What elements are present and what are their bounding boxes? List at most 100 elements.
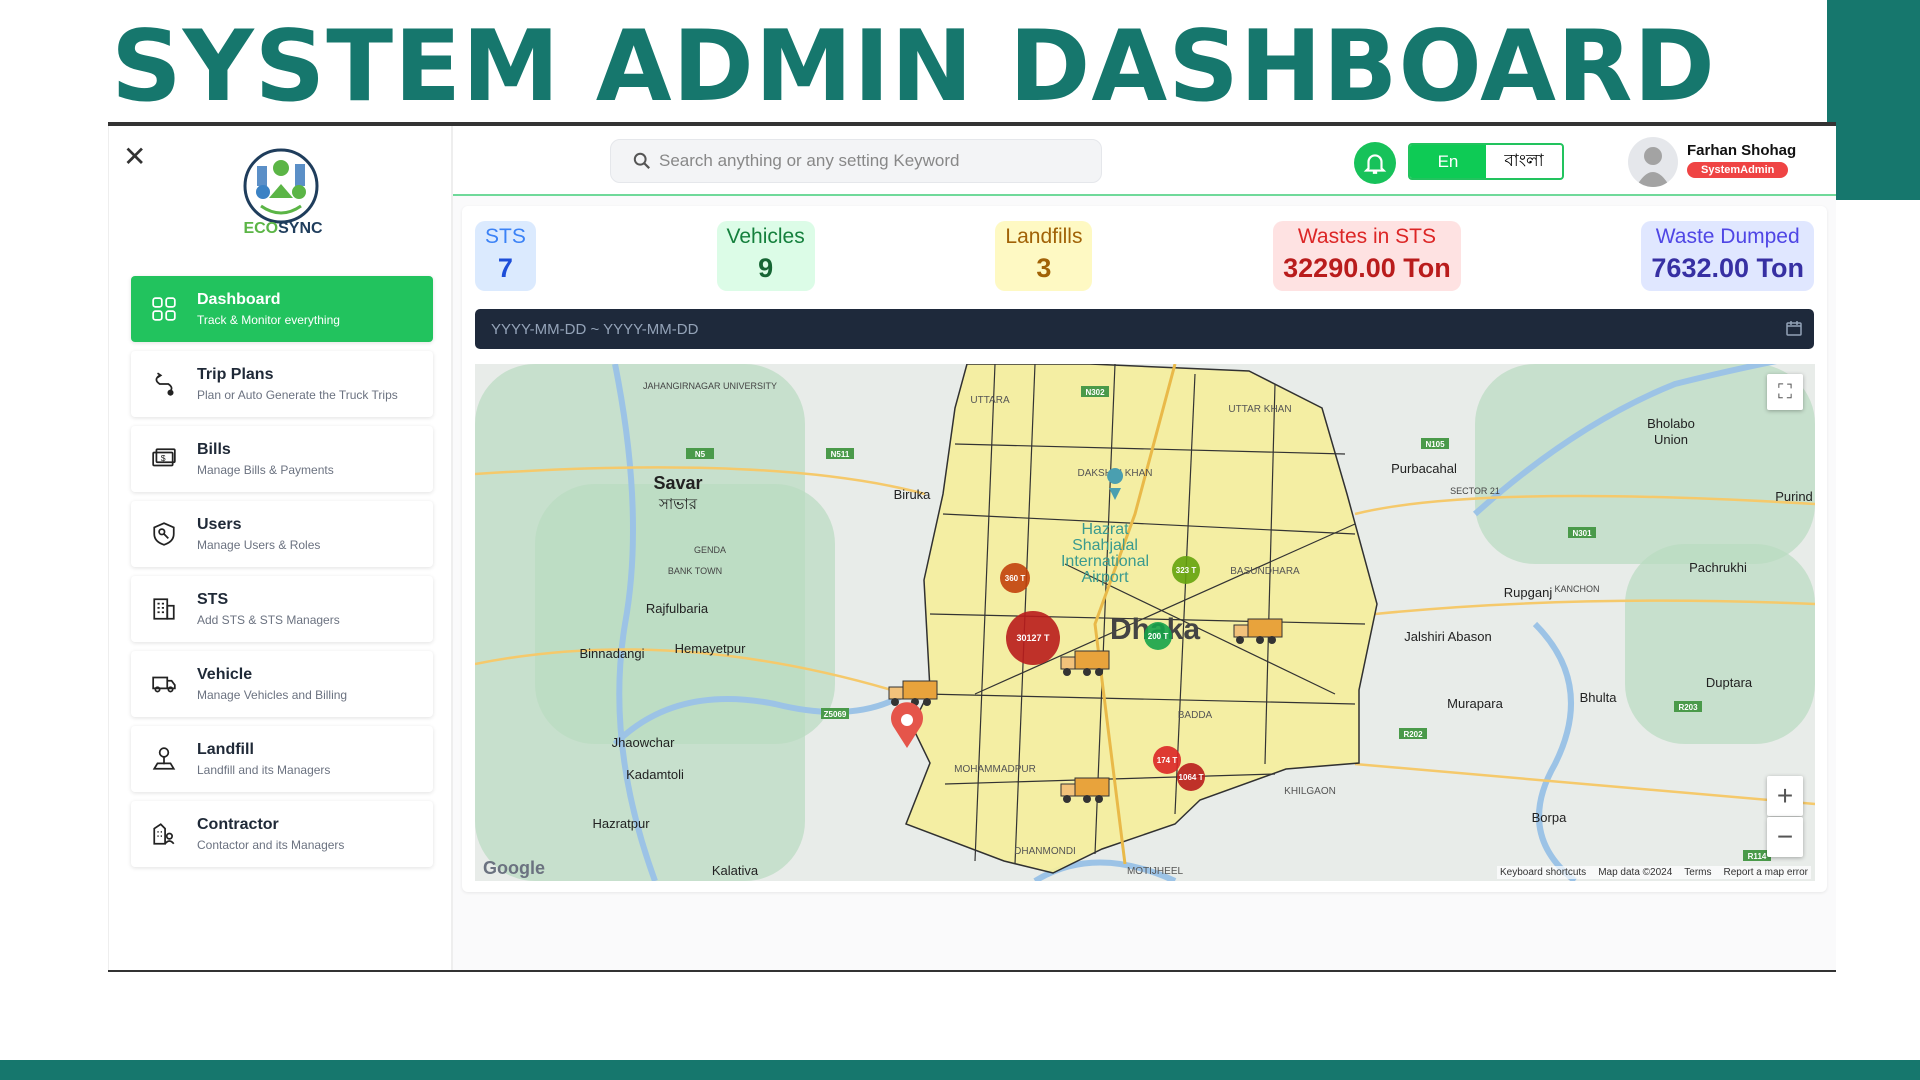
map-place-label: Jalshiri Abason: [1404, 629, 1491, 644]
dashboard-content: STS 7 Vehicles 9 Landfills 3 Wastes in STS 3229…: [462, 206, 1827, 892]
sidebar-item-description: Manage Users & Roles: [197, 538, 321, 552]
waste-marker-label: 360 T: [1005, 574, 1026, 583]
map-place-label: Airport: [1081, 569, 1129, 586]
stat-label: Vehicles: [726, 225, 805, 248]
road-label: R202: [1403, 730, 1423, 739]
map-place-label: Purbacahal: [1391, 461, 1457, 476]
stat-value: 32290.00 Ton: [1283, 253, 1451, 283]
map-place-label: UTTAR KHAN: [1228, 404, 1291, 415]
grid-icon: [152, 297, 176, 321]
lang-en-button[interactable]: En: [1410, 145, 1486, 178]
stat-card-landfills: Landfills 3: [995, 221, 1093, 291]
stat-card-sts: STS 7: [475, 221, 536, 291]
attribution-link[interactable]: Terms: [1684, 867, 1711, 878]
waste-marker-label: 30127 T: [1016, 633, 1050, 643]
notification-button[interactable]: [1354, 142, 1396, 184]
sidebar-item-trip-plans[interactable]: Trip Plans Plan or Auto Generate the Truc…: [131, 351, 433, 417]
route-icon: [155, 372, 174, 396]
map-place-label: Biruka: [894, 487, 932, 502]
sidebar-item-contractor[interactable]: Contractor Contactor and its Managers: [131, 801, 433, 867]
map-place-label: Pachrukhi: [1689, 560, 1747, 575]
map-place-label: Kadamtoli: [626, 767, 684, 782]
map-place-label: Binnadangi: [579, 646, 644, 661]
map-place-label: Borpa: [1532, 810, 1567, 825]
map-place-label: MOHAMMADPUR: [954, 764, 1036, 775]
logo-text: ECOSYNC: [243, 220, 323, 237]
map-place-label: Union: [1654, 432, 1688, 447]
road-label: Z5069: [824, 710, 847, 719]
stat-card-vehicles: Vehicles 9: [716, 221, 815, 291]
road-label: N302: [1085, 388, 1105, 397]
map-place-label: Bhulta: [1580, 690, 1618, 705]
close-icon[interactable]: ✕: [123, 140, 146, 173]
map-place-label: JAHANGIRNAGAR UNIVERSITY: [643, 381, 777, 391]
role-badge: SystemAdmin: [1687, 162, 1789, 178]
truck-icon: [152, 676, 176, 693]
sidebar-item-vehicle[interactable]: Vehicle Manage Vehicles and Billing: [131, 651, 433, 717]
fullscreen-icon: ⛶: [1778, 380, 1792, 403]
sidebar-item-description: Landfill and its Managers: [197, 763, 331, 777]
road-label: R203: [1678, 703, 1698, 712]
sidebar-item-landfill[interactable]: Landfill Landfill and its Managers: [131, 726, 433, 792]
map-place-label: BANK TOWN: [668, 566, 722, 576]
map-canvas[interactable]: Savar সাভার Biruka Purbacahal BholaboUnion Pu…: [475, 364, 1815, 881]
sidebar-item-sts[interactable]: STS Add STS & STS Managers: [131, 576, 433, 642]
sidebar-item-description: Track & Monitor everything: [197, 313, 340, 327]
sidebar-item-label: STS: [197, 591, 229, 608]
map-place-label: GENDA: [694, 545, 726, 555]
map-place-label: International: [1061, 553, 1149, 570]
map-place-label: BASUNDHARA: [1230, 566, 1300, 577]
stats-row: STS 7 Vehicles 9 Landfills 3 Wastes in STS 3229…: [475, 221, 1814, 291]
sidebar-item-description: Manage Bills & Payments: [197, 463, 334, 477]
waste-marker-label: 323 T: [1176, 566, 1197, 575]
map-place-label: KHILGAON: [1284, 786, 1336, 797]
sidebar-item-dashboard[interactable]: Dashboard Track & Monitor everything: [131, 276, 433, 342]
user-name: Farhan Shohag: [1687, 142, 1797, 159]
road-label: R114: [1748, 852, 1767, 861]
sidebar-item-description: Add STS & STS Managers: [197, 613, 340, 627]
road-label: N301: [1572, 529, 1592, 538]
sidebar-item-label: Users: [197, 516, 242, 533]
map-place-label: Purind: [1775, 489, 1813, 504]
search-placeholder: Search anything or any setting Keyword: [659, 151, 960, 170]
stat-label: Landfills: [1005, 225, 1083, 248]
decorative-bar: [0, 1060, 1920, 1080]
map-place-label: Jhaowchar: [612, 735, 676, 750]
attribution-link[interactable]: Map data ©2024: [1598, 867, 1672, 878]
map-place-label: Rupganj: [1504, 585, 1553, 600]
decorative-bar: [1827, 0, 1920, 200]
user-icon: [1636, 147, 1670, 187]
avatar[interactable]: [1628, 137, 1678, 187]
search-input[interactable]: Search anything or any setting Keyword: [610, 139, 1102, 183]
shield-key-icon: [153, 522, 175, 546]
map[interactable]: Savar সাভার Biruka Purbacahal Bholabo Union Pu…: [475, 364, 1815, 881]
lang-bn-button[interactable]: বাংলা: [1486, 145, 1562, 178]
calendar-icon[interactable]: [1786, 320, 1802, 336]
map-place-label: UTTARA: [970, 395, 1010, 406]
attribution-link[interactable]: Report a map error: [1724, 867, 1808, 878]
money-icon: $: [152, 448, 176, 467]
sidebar-item-description: Manage Vehicles and Billing: [197, 688, 348, 702]
language-toggle: En বাংলা: [1408, 143, 1564, 180]
map-place-label: Savar: [653, 473, 702, 493]
fullscreen-button[interactable]: ⛶: [1767, 374, 1803, 410]
sidebar-nav: Dashboard Track & Monitor everything Trip…: [131, 276, 433, 876]
stat-value: 9: [758, 253, 774, 283]
zoom-in-button[interactable]: +: [1767, 776, 1803, 816]
app-window: ✕ ECOSYNC Dashboard Track & Monitor every…: [108, 122, 1836, 972]
map-place-label: সাভার: [658, 496, 698, 513]
zoom-out-button[interactable]: −: [1767, 817, 1803, 857]
building-icon: [153, 598, 175, 620]
date-range-placeholder: YYYY-MM-DD ~ YYYY-MM-DD: [491, 320, 699, 338]
road-label: N105: [1425, 440, 1445, 449]
map-place-label: BADDA: [1178, 710, 1213, 721]
road-label: N511: [831, 450, 850, 459]
sidebar-item-users[interactable]: Users Manage Users & Roles: [131, 501, 433, 567]
sidebar-item-bills[interactable]: $ Bills Manage Bills & Payments: [131, 426, 433, 492]
map-place-label: Hazrat: [1081, 521, 1129, 538]
attribution-link[interactable]: Keyboard shortcuts: [1500, 867, 1586, 878]
date-range-picker[interactable]: YYYY-MM-DD ~ YYYY-MM-DD: [475, 309, 1814, 349]
waste-marker-label: 174 T: [1157, 756, 1178, 765]
sidebar-item-label: Trip Plans: [197, 366, 274, 383]
map-place-label: Hemayetpur: [675, 641, 746, 656]
